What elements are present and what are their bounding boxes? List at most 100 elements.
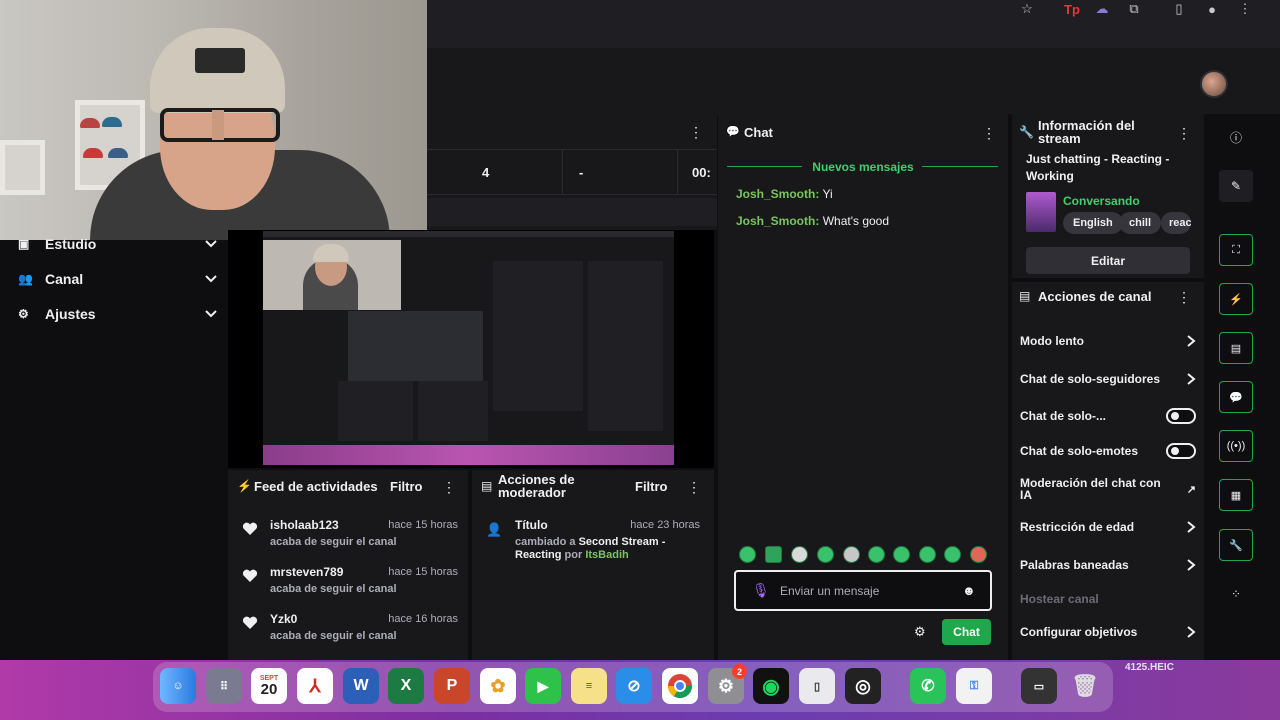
recent-file-icon[interactable]: ▭ (1021, 668, 1057, 704)
emote[interactable] (868, 546, 885, 563)
bookmark-star-icon[interactable]: ☆ (1012, 0, 1042, 18)
emote[interactable] (944, 546, 961, 563)
photos-icon[interactable]: ✿ (480, 668, 516, 704)
microphone-icon[interactable]: 🎙 (752, 582, 770, 599)
stat-value: 00: (692, 164, 711, 180)
emote[interactable] (893, 546, 910, 563)
pencil-icon[interactable]: ✎ (1219, 170, 1253, 202)
action-subs-only[interactable]: Chat de solo-... (1020, 408, 1196, 424)
wrench-rail-icon[interactable]: 🔧 (1219, 529, 1253, 561)
notes-icon[interactable]: ▤ (1219, 332, 1253, 364)
chat-input[interactable]: 🎙 Enviar un mensaje ☻ (734, 570, 992, 611)
nav-item-settings[interactable]: ⚙ Ajustes (18, 302, 218, 326)
extensions-icon[interactable]: ⁘ (1219, 578, 1253, 610)
nav-item-label: Estudio (45, 236, 97, 252)
trash-icon[interactable]: 🗑 (1067, 668, 1103, 704)
clip-icon[interactable]: ⛶ (1219, 234, 1253, 266)
tag-pill[interactable]: English (1063, 212, 1123, 234)
powerpoint-icon[interactable]: P (434, 668, 470, 704)
mod-action-item[interactable]: 👤 Título hace 23 horas cambiado a Second… (486, 518, 708, 578)
follow-time: hace 16 horas (388, 613, 458, 625)
nav-item-channel[interactable]: 👥 Canal (18, 267, 218, 291)
action-ai-moderation[interactable]: Moderación del chat con IA ↗ (1020, 476, 1196, 502)
spotify-icon[interactable]: ◉ (753, 668, 789, 704)
broadcast-icon[interactable]: ((•)) (1219, 430, 1253, 462)
calendar-icon[interactable]: SEPT 20 (251, 668, 287, 704)
follower-name: Yzk0 (270, 612, 298, 626)
category-link[interactable]: Conversando (1063, 194, 1140, 208)
acrobat-icon[interactable]: ⅄ (297, 668, 333, 704)
webcam-overlay (0, 0, 427, 240)
action-banned-words[interactable]: Palabras baneadas (1020, 557, 1196, 573)
mod-actions-filter[interactable]: Filtro (635, 479, 668, 494)
left-sidebar: ▣ Estudio 👥 Canal ⚙ Ajustes (0, 236, 228, 660)
action-configure-goals[interactable]: Configurar objetivos (1020, 624, 1196, 640)
emote[interactable] (817, 546, 834, 563)
extension-cloud-icon[interactable]: ☁ (1087, 0, 1117, 18)
info-icon[interactable]: ⓘ (1219, 121, 1253, 153)
layout-icon[interactable]: ▦ (1219, 479, 1253, 511)
nav-item-label: Ajustes (45, 306, 96, 322)
tag-pill[interactable]: chill (1119, 212, 1162, 234)
launchpad-icon[interactable]: ⠿ (206, 668, 242, 704)
activity-feed-menu-icon[interactable]: ⋮ (442, 479, 456, 496)
chat-send-button[interactable]: Chat (942, 619, 991, 645)
chat-settings-icon[interactable]: ⚙ (914, 624, 926, 640)
keychain-icon[interactable]: ⚿ (956, 668, 992, 704)
wrench-icon: 🔧 (1019, 125, 1034, 139)
menu-kebab-icon[interactable]: ⋮ (1230, 0, 1260, 18)
extensions-puzzle-icon[interactable]: ⧉ (1119, 0, 1149, 18)
nav-item-label: Canal (45, 271, 84, 287)
emote[interactable] (970, 546, 987, 563)
excel-icon[interactable]: X (388, 668, 424, 704)
notification-badge: 2 (732, 664, 747, 679)
iphone-mirroring-icon[interactable]: ▯ (799, 668, 835, 704)
chat-menu-icon[interactable]: ⋮ (982, 125, 996, 142)
stats-panel: ⋮ (427, 114, 717, 230)
stream-info-menu-icon[interactable]: ⋮ (1177, 125, 1191, 142)
extension-icon[interactable]: Tp (1057, 0, 1087, 18)
notes-app-icon[interactable]: ≡ (571, 668, 607, 704)
new-messages-divider: Nuevos mensajes (812, 160, 914, 174)
chat-bubble-icon: 💬 (726, 126, 740, 138)
profile-icon[interactable]: ● (1197, 0, 1227, 18)
action-emotes-only[interactable]: Chat de solo-emotes (1020, 443, 1196, 459)
action-age-restriction[interactable]: Restricción de edad (1020, 519, 1196, 535)
mod-action-heading: Título (515, 518, 548, 532)
facetime-icon[interactable]: ▶ (525, 668, 561, 704)
sidepanel-icon[interactable]: ▯ (1164, 0, 1194, 18)
external-link-icon: ↗ (1186, 483, 1196, 496)
heart-icon (242, 569, 258, 582)
safari-icon[interactable]: ⊘ (616, 668, 652, 704)
emote[interactable] (791, 546, 808, 563)
tag-pill[interactable]: reac (1161, 212, 1191, 234)
whatsapp-icon[interactable]: ✆ (910, 668, 946, 704)
browser-toolbar: ☆ Tp ☁ ⧉ ▯ ● ⋮ (427, 0, 1280, 48)
emotes-only-toggle[interactable] (1166, 443, 1196, 459)
finder-icon[interactable]: ☺ (160, 668, 196, 704)
chat-input-placeholder: Enviar un mensaje (780, 584, 880, 598)
action-slow-mode[interactable]: Modo lento (1020, 333, 1196, 349)
lightning-icon[interactable]: ⚡ (1219, 283, 1253, 315)
channel-actions-menu-icon[interactable]: ⋮ (1177, 289, 1191, 306)
emoji-icon[interactable]: ☻ (962, 583, 976, 598)
chevron-right-icon (1187, 335, 1196, 347)
user-avatar[interactable] (1200, 70, 1228, 98)
activity-feed-filter[interactable]: Filtro (390, 479, 423, 494)
edit-stream-button[interactable]: Editar (1026, 247, 1190, 274)
emote[interactable] (843, 546, 860, 563)
nav-item-studio[interactable]: ▣ Estudio (18, 232, 218, 256)
obs-icon[interactable]: ◎ (845, 668, 881, 704)
mod-actions-menu-icon[interactable]: ⋮ (687, 479, 701, 496)
word-icon[interactable]: W (343, 668, 379, 704)
desktop-file-label: 4125.HEIC (1125, 662, 1174, 673)
chat-rail-icon[interactable]: 💬 (1219, 381, 1253, 413)
chrome-icon[interactable] (662, 668, 698, 704)
emote[interactable] (765, 546, 782, 563)
stats-menu-icon[interactable]: ⋮ (689, 124, 703, 141)
emote[interactable] (919, 546, 936, 563)
follower-name: mrsteven789 (270, 565, 344, 579)
action-followers-only[interactable]: Chat de solo-seguidores (1020, 371, 1196, 387)
emote[interactable] (739, 546, 756, 563)
subs-only-toggle[interactable] (1166, 408, 1196, 424)
